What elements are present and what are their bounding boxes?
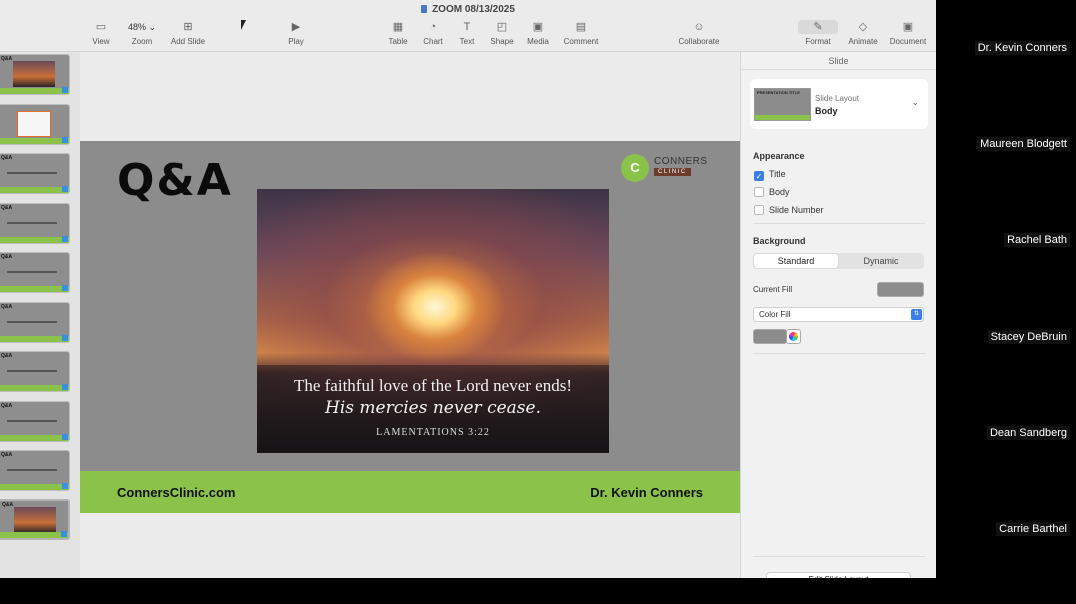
standard-segment[interactable]: Standard: [754, 254, 838, 268]
slide-thumbnail[interactable]: Q&A: [0, 401, 70, 442]
plus-square-icon: ⊞: [183, 21, 193, 33]
slide-canvas[interactable]: Q&A C CONNERS CLINIC The faithful love o…: [80, 52, 740, 604]
slide-thumbnail[interactable]: [0, 104, 70, 145]
media-icon: ▣: [532, 21, 544, 33]
dynamic-segment[interactable]: Dynamic: [839, 254, 923, 268]
zoom-button[interactable]: 48% ⌄ Zoom: [124, 20, 160, 46]
fill-type-select[interactable]: Color Fill ⇅: [753, 307, 924, 322]
logo-sub: CLINIC: [654, 168, 691, 176]
appearance-label: Appearance: [753, 151, 805, 161]
chart-button[interactable]: ◔ Chart: [420, 20, 446, 46]
slide-thumbnail[interactable]: Q&A: [0, 351, 70, 392]
table-icon: ▦: [392, 21, 404, 33]
chart-icon: ◔: [429, 21, 437, 33]
slide-thumbnail-selected[interactable]: Q&A: [0, 499, 70, 540]
updown-chevron-icon: ⇅: [911, 309, 922, 320]
play-icon: ▶: [291, 21, 301, 33]
current-slide[interactable]: Q&A C CONNERS CLINIC The faithful love o…: [80, 141, 740, 513]
current-fill-label: Current Fill: [753, 285, 793, 294]
bottom-strip: [0, 578, 936, 604]
slide-thumbnail[interactable]: Q&A: [0, 252, 70, 293]
body-checkbox[interactable]: Body: [754, 187, 790, 197]
media-button[interactable]: ▣ Media: [525, 20, 551, 46]
document-panel-icon: ▣: [902, 21, 914, 33]
paintbrush-icon: ✎: [798, 20, 838, 34]
participant-name: Carrie Barthel: [996, 522, 1070, 536]
sidebar-icon: ▭: [95, 21, 107, 33]
footer-presenter: Dr. Kevin Conners: [590, 485, 703, 500]
slide-thumbnail[interactable]: Q&A: [0, 54, 70, 95]
slide-footer[interactable]: ConnersClinic.com Dr. Kevin Conners: [80, 471, 740, 513]
participant-name: Dr. Kevin Conners: [974, 41, 1070, 55]
layout-thumbnail: PRESENTATION TITLE: [754, 88, 811, 121]
participant-gallery: Dr. Kevin Conners Maureen Blodgett Rache…: [936, 0, 1076, 604]
keynote-window: ZOOM 08/13/2025 ▭ View 48% ⌄ Zoom ⊞ Add …: [0, 0, 936, 604]
play-button[interactable]: ▶ Play: [284, 20, 308, 46]
slide-title[interactable]: Q&A: [117, 155, 233, 206]
text-button[interactable]: T Text: [456, 20, 478, 46]
text-box-icon: T: [463, 21, 471, 33]
slide-thumbnail[interactable]: Q&A: [0, 153, 70, 194]
verse-line-2: His mercies never cease.: [325, 398, 541, 418]
background-segmented-control[interactable]: Standard Dynamic: [753, 253, 924, 269]
color-well[interactable]: [753, 329, 787, 344]
verse-line-1: The faithful love of the Lord never ends…: [293, 376, 573, 395]
table-button[interactable]: ▦ Table: [386, 20, 410, 46]
chevron-down-icon: ⌄: [911, 97, 919, 107]
slide-navigator[interactable]: Q&A Q&A Q&A Q&A Q&A Q&A Q&A Q&A Q&A: [0, 52, 80, 604]
mouse-cursor-icon: [241, 20, 246, 30]
divider: [753, 556, 925, 557]
color-wheel-icon[interactable]: [786, 329, 801, 344]
divider: [753, 353, 925, 354]
logo-mark: C: [621, 154, 649, 182]
sunset-verse-image[interactable]: The faithful love of the Lord never ends…: [257, 189, 609, 453]
slide-thumbnail[interactable]: Q&A: [0, 203, 70, 244]
document-icon: [421, 5, 428, 13]
format-button[interactable]: ✎ Format: [798, 20, 838, 46]
participant-name: Rachel Bath: [1004, 233, 1070, 247]
conners-clinic-logo[interactable]: C CONNERS CLINIC: [621, 154, 711, 184]
checkmark-icon: ✓: [754, 171, 764, 181]
comment-button[interactable]: ▤ Comment: [561, 20, 601, 46]
collaborate-icon: ☺: [693, 21, 705, 33]
slide-thumbnail[interactable]: Q&A: [0, 450, 70, 491]
shape-icon: ◰: [496, 21, 508, 33]
add-slide-button[interactable]: ⊞ Add Slide: [168, 20, 208, 46]
slide-number-checkbox[interactable]: Slide Number: [754, 205, 824, 215]
divider: [753, 223, 925, 224]
layout-caption: Slide Layout: [815, 94, 860, 103]
window-title: ZOOM 08/13/2025: [0, 4, 936, 15]
animate-button[interactable]: ◇ Animate: [845, 20, 881, 46]
diamond-icon: ◇: [858, 21, 868, 33]
shape-button[interactable]: ◰ Shape: [488, 20, 516, 46]
view-button[interactable]: ▭ View: [88, 20, 114, 46]
layout-value: Body: [815, 106, 838, 116]
footer-website: ConnersClinic.com: [117, 485, 236, 500]
verse-reference: LAMENTATIONS 3:22: [376, 427, 490, 438]
collaborate-button[interactable]: ☺ Collaborate: [674, 20, 724, 46]
chevron-down-icon: ⌄: [148, 22, 157, 32]
current-fill-swatch[interactable]: [877, 282, 924, 297]
toolbar: ZOOM 08/13/2025 ▭ View 48% ⌄ Zoom ⊞ Add …: [0, 0, 936, 52]
slide-thumbnail[interactable]: Q&A: [0, 302, 70, 343]
inspector-header: Slide: [741, 52, 936, 70]
slide-layout-picker[interactable]: PRESENTATION TITLE Slide Layout Body ⌄: [750, 79, 928, 129]
participant-name: Maureen Blodgett: [977, 137, 1070, 151]
document-button[interactable]: ▣ Document: [887, 20, 929, 46]
comment-icon: ▤: [575, 21, 587, 33]
participant-name: Stacey DeBruin: [987, 330, 1070, 344]
format-inspector: Slide PRESENTATION TITLE Slide Layout Bo…: [740, 52, 936, 604]
logo-name: CONNERS: [654, 156, 708, 167]
zoom-value: 48%: [127, 22, 146, 32]
participant-name: Dean Sandberg: [986, 426, 1070, 440]
background-label: Background: [753, 236, 806, 246]
title-checkbox[interactable]: ✓ Title: [754, 169, 786, 181]
